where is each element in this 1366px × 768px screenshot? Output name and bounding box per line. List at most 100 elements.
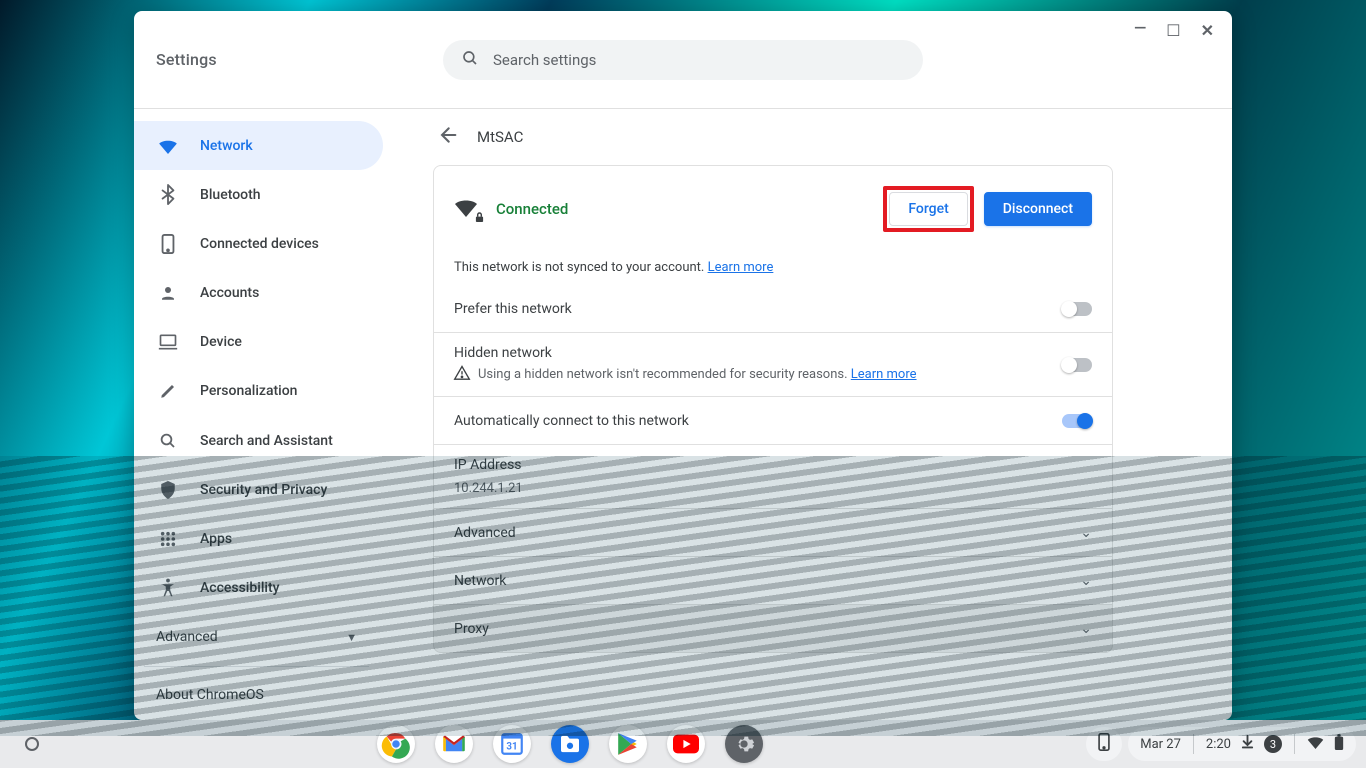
sidebar-item-apps[interactable]: Apps (134, 514, 383, 563)
row-label: Advanced (454, 525, 516, 541)
sidebar-item-network[interactable]: Network (134, 121, 383, 170)
shelf-apps: 31 (377, 725, 763, 763)
ip-address-value: 10.244.1.21 (454, 481, 523, 496)
battery-icon (1334, 734, 1344, 755)
notification-count: 3 (1264, 735, 1282, 753)
row-label: Network (454, 573, 506, 589)
forget-button[interactable]: Forget (889, 192, 967, 226)
sidebar-item-bluetooth[interactable]: Bluetooth (134, 170, 383, 219)
wifi-secure-icon (454, 197, 478, 221)
status-date: Mar 27 (1140, 737, 1181, 752)
settings-window: — ☐ ✕ Settings Network (134, 11, 1232, 720)
connection-status: Connected (496, 200, 568, 218)
back-arrow-icon[interactable] (433, 121, 461, 154)
sidebar-item-label: Device (200, 334, 242, 350)
sidebar-item-search-assistant[interactable]: Search and Assistant (134, 416, 383, 465)
auto-connect-toggle[interactable] (1062, 414, 1092, 428)
sidebar-about-label: About ChromeOS (156, 687, 264, 703)
page-title: Settings (156, 50, 217, 69)
app-chrome[interactable] (377, 725, 415, 763)
launcher-button[interactable] (25, 737, 39, 751)
sidebar-item-accessibility[interactable]: Accessibility (134, 564, 383, 613)
shield-icon (158, 480, 178, 500)
window-controls: — ☐ ✕ (1134, 11, 1232, 51)
hidden-network-toggle[interactable] (1062, 358, 1092, 372)
window-close-icon[interactable]: ✕ (1201, 23, 1214, 39)
sidebar-item-connected-devices[interactable]: Connected devices (134, 219, 383, 268)
row-auto-connect: Automatically connect to this network (433, 397, 1113, 445)
sidebar-advanced-label: Advanced (156, 629, 218, 645)
sync-learn-more-link[interactable]: Learn more (708, 260, 774, 275)
prefer-network-toggle[interactable] (1062, 302, 1092, 316)
sidebar-item-label: Accessibility (200, 580, 279, 596)
top-bar: Settings (134, 11, 1232, 109)
sidebar-item-label: Personalization (200, 383, 297, 399)
status-time: 2:20 (1206, 737, 1231, 752)
sidebar-item-security[interactable]: Security and Privacy (134, 465, 383, 514)
sidebar-item-accounts[interactable]: Accounts (134, 269, 383, 318)
chevron-down-icon: ▼ (346, 631, 357, 644)
person-icon (158, 284, 178, 302)
app-play-store[interactable] (609, 725, 647, 763)
status-phone[interactable] (1086, 727, 1122, 761)
chevron-down-icon: ⌄ (1080, 621, 1092, 637)
app-youtube[interactable] (667, 725, 705, 763)
network-detail-card: MtSAC Connected Forget (433, 109, 1113, 720)
app-gmail[interactable] (435, 725, 473, 763)
wifi-icon (1307, 735, 1324, 753)
accessibility-icon (158, 578, 178, 598)
row-proxy[interactable]: Proxy ⌄ (433, 605, 1113, 653)
app-settings-active[interactable] (725, 725, 763, 763)
sidebar-item-device[interactable]: Device (134, 318, 383, 367)
disconnect-button[interactable]: Disconnect (984, 192, 1092, 226)
chevron-down-icon: ⌄ (1080, 525, 1092, 541)
sidebar-item-label: Connected devices (200, 236, 319, 252)
bluetooth-icon (158, 185, 178, 205)
main-content: MtSAC Connected Forget (383, 109, 1232, 720)
hidden-learn-more-link[interactable]: Learn more (851, 367, 917, 382)
sidebar-item-label: Accounts (200, 285, 259, 301)
row-label: Proxy (454, 621, 489, 637)
sidebar-about[interactable]: About ChromeOS (134, 671, 383, 720)
row-label: Automatically connect to this network (454, 413, 689, 429)
row-label: IP Address (454, 457, 523, 473)
annotation-highlight: Forget (883, 186, 973, 232)
sidebar-item-label: Search and Assistant (200, 433, 333, 449)
sidebar-item-label: Bluetooth (200, 187, 261, 203)
sidebar-divider (144, 666, 369, 667)
svg-text:31: 31 (507, 741, 518, 752)
row-hidden-network: Hidden network Using a hidden network is… (433, 333, 1113, 397)
sidebar-item-label: Apps (200, 531, 232, 547)
sidebar-item-label: Network (200, 138, 253, 154)
row-ip-address: IP Address 10.244.1.21 (433, 445, 1113, 509)
breadcrumb-label: MtSAC (477, 128, 523, 146)
app-files[interactable] (551, 725, 589, 763)
row-label: Prefer this network (454, 301, 572, 317)
divider (1294, 734, 1295, 754)
sync-note-text: This network is not synced to your accou… (454, 260, 708, 275)
row-advanced[interactable]: Advanced ⌄ (433, 509, 1113, 557)
window-maximize-icon[interactable]: ☐ (1166, 23, 1180, 39)
sync-note: This network is not synced to your accou… (454, 260, 1092, 275)
row-label: Hidden network (454, 345, 917, 361)
row-network[interactable]: Network ⌄ (433, 557, 1113, 605)
phone-icon (1098, 733, 1110, 755)
sidebar: Network Bluetooth Connected devices Acco… (134, 109, 383, 720)
row-prefer-network: Prefer this network (433, 285, 1113, 333)
shelf-status-area[interactable]: Mar 27 2:20 3 (1086, 727, 1356, 761)
laptop-icon (158, 334, 178, 350)
divider (1193, 734, 1194, 754)
pencil-icon (158, 382, 178, 400)
sidebar-item-personalization[interactable]: Personalization (134, 367, 383, 416)
breadcrumb: MtSAC (433, 109, 1113, 165)
sidebar-item-label: Security and Privacy (200, 482, 327, 498)
status-tray[interactable]: Mar 27 2:20 3 (1128, 727, 1356, 761)
search-field[interactable] (443, 40, 923, 80)
sidebar-advanced[interactable]: Advanced ▼ (134, 613, 383, 662)
search-input[interactable] (493, 51, 905, 69)
window-minimize-icon[interactable]: — (1134, 20, 1146, 36)
phone-icon (158, 234, 178, 254)
app-calendar[interactable]: 31 (493, 725, 531, 763)
warning-icon (454, 365, 470, 384)
apps-grid-icon (158, 531, 178, 547)
